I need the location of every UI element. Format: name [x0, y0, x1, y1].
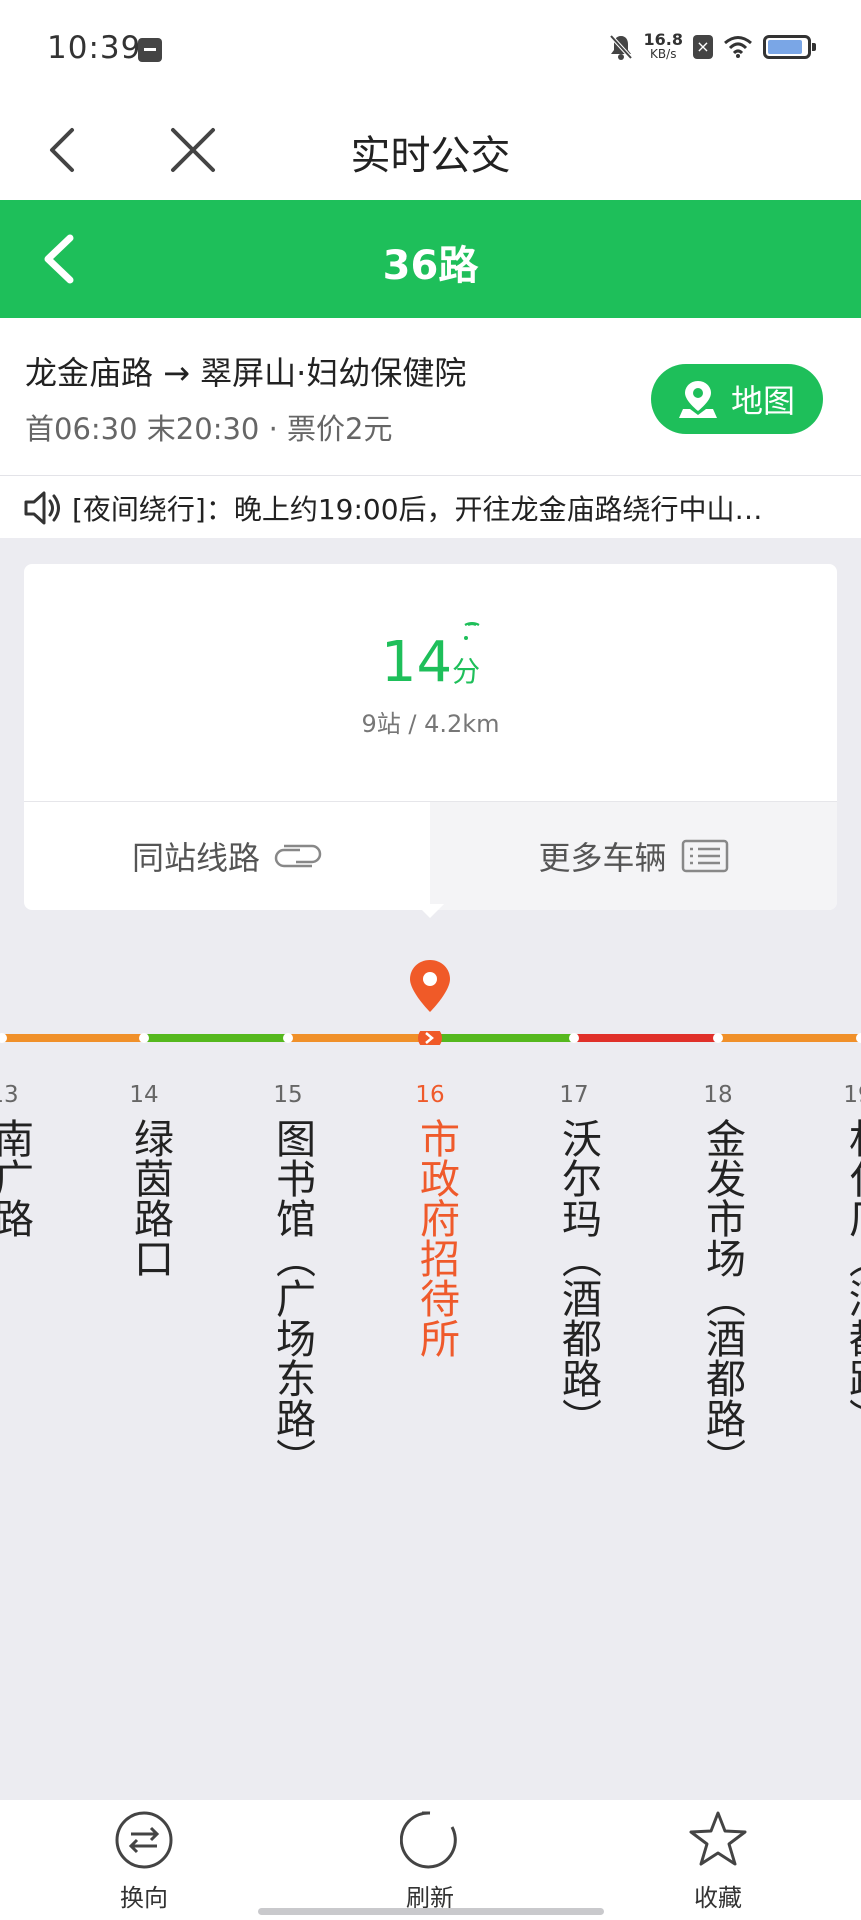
transfer-route-icon [274, 844, 322, 868]
segment-slow [718, 1034, 861, 1042]
segment-jam [574, 1034, 718, 1042]
map-pin-icon [678, 381, 717, 418]
route-schedule: 首06:30 末20:30 · 票价2元 [25, 412, 393, 446]
eta: 14分 [24, 630, 837, 695]
bell-muted-icon [609, 34, 632, 60]
tab-more-vehicles-label: 更多车辆 [538, 839, 667, 877]
refresh-icon [400, 1811, 457, 1869]
segment-slow [288, 1034, 432, 1042]
swap-direction-icon [115, 1811, 173, 1869]
list-icon [681, 839, 728, 873]
route-direction: 龙金庙路 → 翠屏山·妇幼保健院 [25, 354, 467, 392]
network-speed: 16.8 KB/s [643, 30, 683, 62]
stop-name[interactable]: 绿茵路口 [114, 1118, 174, 1278]
eta-distance: 9站 / 4.2km [361, 710, 500, 738]
stop-number: 19 [843, 1082, 861, 1108]
favorite-label: 收藏 [694, 1884, 742, 1912]
notice-text: [夜间绕行]：晚上约19:00后，开往龙金庙路绕行中山… [72, 493, 763, 526]
map-button[interactable]: 地图 [651, 364, 823, 434]
line-header: 36路 [0, 200, 861, 318]
battery-icon [763, 35, 816, 59]
card-pointer [416, 904, 444, 918]
favorite-button[interactable]: 收藏 [658, 1810, 778, 1913]
stop-number: 14 [129, 1082, 159, 1108]
stop-dot [713, 1033, 723, 1043]
home-indicator[interactable] [258, 1908, 604, 1915]
tab-same-station-label: 同站线路 [131, 839, 260, 877]
status-bar: 10:39 16.8 KB/s × [0, 0, 861, 100]
segment-slow [0, 1034, 144, 1042]
wifi-icon [724, 36, 752, 58]
stop-name[interactable]: 沃尔玛（酒都路） [542, 1118, 602, 1438]
notification-app-icon [138, 38, 162, 62]
line-name: 36路 [382, 243, 479, 289]
realtime-signal-icon [464, 622, 480, 640]
eta-panel: 14分 9站 / 4.2km [24, 564, 837, 802]
stop-dot [139, 1033, 149, 1043]
page-title: 实时公交 [350, 133, 511, 179]
stop-name[interactable]: 林化厂（酒都路） [829, 1118, 861, 1438]
segment-smooth [432, 1034, 574, 1042]
tab-same-station-lines[interactable]: 同站线路 [24, 802, 430, 910]
status-time: 10:39 [47, 30, 142, 66]
speaker-icon [24, 491, 60, 525]
eta-value: 14 [380, 630, 453, 695]
reverse-label: 换向 [120, 1884, 168, 1912]
route-info: 龙金庙路 → 翠屏山·妇幼保健院 首06:30 末20:30 · 票价2元 地图 [0, 318, 861, 476]
star-icon [689, 1811, 747, 1866]
current-stop-name[interactable]: 市政府招待所 [400, 1118, 460, 1358]
arrival-card: 14分 9站 / 4.2km 同站线路 更多车辆 [24, 564, 837, 910]
stop-dot [283, 1033, 293, 1043]
refresh-button[interactable]: 刷新 [370, 1810, 490, 1913]
current-stop-number: 16 [415, 1082, 445, 1108]
status-icons: 16.8 KB/s × [608, 30, 816, 62]
stop-name[interactable]: 南广路 [0, 1118, 34, 1238]
bottom-toolbar: 换向 刷新 收藏 [0, 1800, 861, 1920]
stop-name[interactable]: 图书馆（广场东路） [256, 1118, 316, 1478]
stop-number: 15 [273, 1082, 303, 1108]
route-line [0, 1031, 861, 1045]
top-nav-bar: 实时公交 [0, 100, 861, 200]
eta-unit: 分 [452, 655, 481, 688]
stop-number: 13 [0, 1082, 19, 1108]
segment-smooth [144, 1034, 288, 1042]
stop-name[interactable]: 金发市场（酒都路） [686, 1118, 746, 1478]
notice-bar[interactable]: [夜间绕行]：晚上约19:00后，开往龙金庙路绕行中山… [0, 476, 861, 538]
map-button-label: 地图 [730, 382, 795, 420]
stop-dot [569, 1033, 579, 1043]
current-stop-pin-icon [410, 960, 450, 1012]
stop-number: 18 [703, 1082, 733, 1108]
sim-x-icon: × [693, 35, 713, 59]
reverse-button[interactable]: 换向 [84, 1810, 204, 1913]
tab-more-vehicles[interactable]: 更多车辆 [430, 802, 837, 910]
stop-number: 17 [559, 1082, 589, 1108]
current-stop-marker [418, 1031, 442, 1045]
